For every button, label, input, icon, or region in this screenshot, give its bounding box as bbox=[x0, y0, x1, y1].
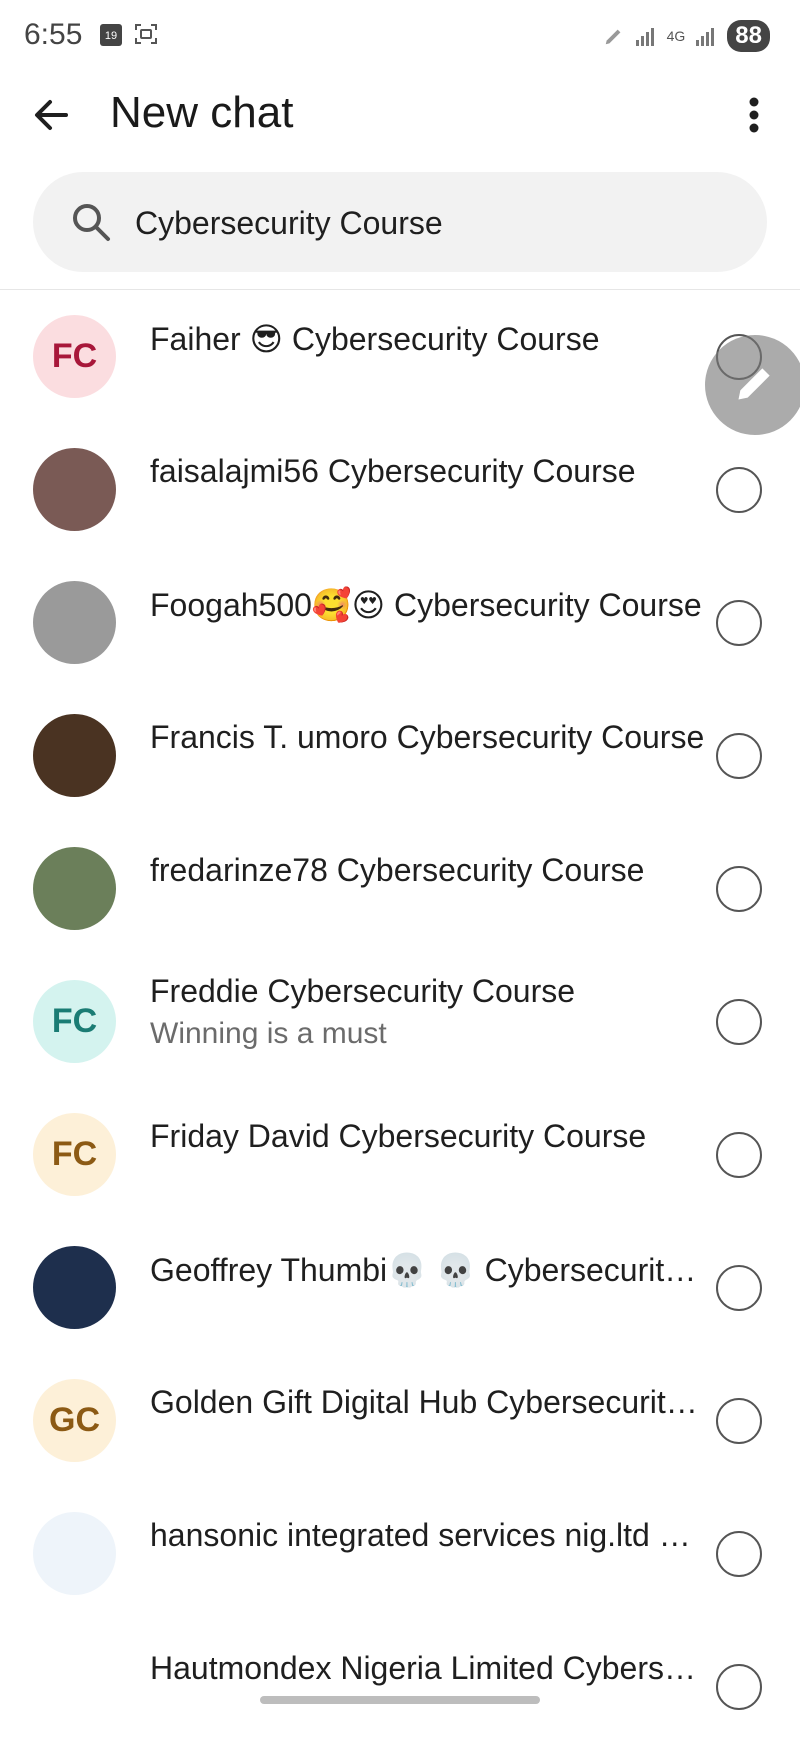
app-bar: New chat bbox=[0, 72, 800, 158]
contact-row[interactable]: FC Faiher 😎 Cybersecurity Course bbox=[0, 290, 800, 423]
calendar-icon: 19 bbox=[100, 24, 122, 46]
contact-name: Foogah500🥰😍 Cybersecurity Course bbox=[150, 587, 702, 623]
compose-button[interactable] bbox=[705, 335, 800, 435]
select-radio[interactable] bbox=[716, 999, 762, 1045]
select-radio[interactable] bbox=[716, 1132, 762, 1178]
avatar bbox=[33, 714, 116, 797]
search-input[interactable] bbox=[133, 198, 737, 248]
search-icon bbox=[73, 204, 110, 241]
contact-name: faisalajmi56 Cybersecurity Course bbox=[150, 453, 636, 489]
avatar bbox=[33, 1246, 116, 1329]
arrow-left-icon[interactable] bbox=[26, 90, 76, 140]
pencil-icon bbox=[738, 368, 770, 400]
contact-name: Faiher 😎 Cybersecurity Course bbox=[150, 321, 600, 357]
contact-name: hansonic integrated services nig.ltd Cyb… bbox=[150, 1517, 705, 1553]
contact-name: fredarinze78 Cybersecurity Course bbox=[150, 852, 645, 888]
contact-row[interactable]: Foogah500🥰😍 Cybersecurity Course bbox=[0, 556, 800, 689]
avatar bbox=[33, 448, 116, 531]
contact-name: Freddie Cybersecurity Course bbox=[150, 973, 576, 1009]
status-bar: 6:55 19 4G 88 bbox=[0, 0, 800, 72]
contact-name: Friday David Cybersecurity Course bbox=[150, 1118, 647, 1154]
avatar bbox=[33, 1512, 116, 1595]
more-vert-icon[interactable] bbox=[734, 90, 774, 140]
contact-name: Golden Gift Digital Hub Cybersecurity Co… bbox=[150, 1384, 705, 1420]
select-radio[interactable] bbox=[716, 1531, 762, 1577]
battery-level: 88 bbox=[727, 20, 770, 52]
contact-name: Geoffrey Thumbi💀 💀 Cybersecurity Course bbox=[150, 1252, 705, 1288]
avatar: FC bbox=[33, 315, 116, 398]
home-indicator[interactable] bbox=[260, 1696, 540, 1704]
pencil-status-icon bbox=[605, 29, 621, 45]
contact-row[interactable]: Francis T. umoro Cybersecurity Course bbox=[0, 689, 800, 822]
select-radio[interactable] bbox=[716, 733, 762, 779]
contact-row[interactable]: FC Freddie Cybersecurity Course Winning is… bbox=[0, 955, 800, 1088]
avatar bbox=[33, 581, 116, 664]
select-radio[interactable] bbox=[716, 1398, 762, 1444]
contact-row[interactable]: hansonic integrated services nig.ltd Cyb… bbox=[0, 1487, 800, 1620]
select-radio[interactable] bbox=[716, 866, 762, 912]
search-bar[interactable] bbox=[33, 172, 767, 272]
contact-row[interactable]: Hautmondex Nigeria Limited Cybersecurity… bbox=[0, 1620, 800, 1753]
contact-row[interactable]: Geoffrey Thumbi💀 💀 Cybersecurity Course bbox=[0, 1221, 800, 1354]
status-time: 6:55 bbox=[24, 18, 83, 51]
status-indicators: 4G 88 bbox=[603, 20, 770, 52]
contact-row[interactable]: faisalajmi56 Cybersecurity Course bbox=[0, 423, 800, 556]
avatar bbox=[33, 1645, 116, 1728]
contact-row[interactable]: GC Golden Gift Digital Hub Cybersecurity … bbox=[0, 1354, 800, 1487]
network-type: 4G bbox=[666, 28, 686, 44]
contact-row[interactable]: FC Friday David Cybersecurity Course bbox=[0, 1088, 800, 1221]
signal-icon-2 bbox=[696, 28, 715, 46]
screenshot-icon bbox=[135, 24, 157, 44]
avatar bbox=[33, 847, 116, 930]
page-title: New chat bbox=[110, 88, 294, 137]
select-radio[interactable] bbox=[716, 600, 762, 646]
select-radio[interactable] bbox=[716, 1265, 762, 1311]
signal-icon bbox=[635, 28, 654, 46]
avatar: FC bbox=[33, 1113, 116, 1196]
contact-name: Francis T. umoro Cybersecurity Course bbox=[150, 719, 705, 755]
contact-row[interactable]: fredarinze78 Cybersecurity Course bbox=[0, 822, 800, 955]
select-radio[interactable] bbox=[716, 467, 762, 513]
select-radio[interactable] bbox=[716, 1664, 762, 1710]
contact-status: Winning is a must bbox=[150, 1017, 387, 1050]
contact-name: Hautmondex Nigeria Limited Cybersecurity… bbox=[150, 1650, 705, 1686]
avatar: GC bbox=[33, 1379, 116, 1462]
avatar: FC bbox=[33, 980, 116, 1063]
